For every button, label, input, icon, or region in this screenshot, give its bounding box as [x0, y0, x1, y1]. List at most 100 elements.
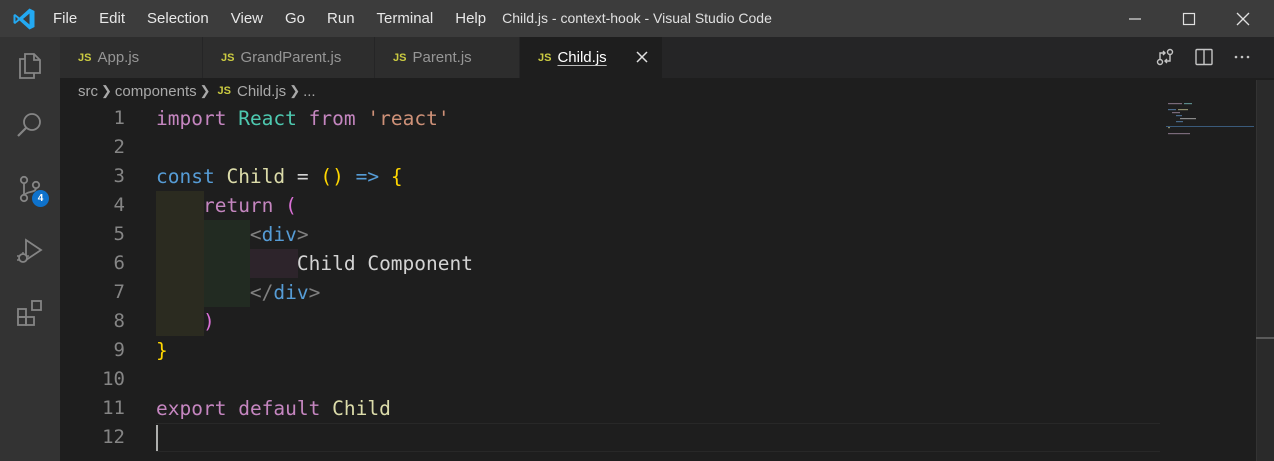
tab-app-js[interactable]: JS App.js — [60, 37, 203, 78]
code-line[interactable] — [156, 423, 473, 452]
code-line[interactable]: ) — [156, 307, 473, 336]
line-number: 4 — [113, 194, 125, 216]
tab-label: Parent.js — [412, 49, 472, 66]
editor-tabs: JS App.js JS GrandParent.js JS Parent.js… — [60, 37, 1274, 78]
code-token: </ — [249, 281, 274, 304]
tab-child-js[interactable]: JS Child.js — [520, 37, 663, 78]
code-line[interactable]: } — [156, 336, 473, 365]
run-debug-icon — [17, 238, 43, 263]
maximize-icon — [1182, 12, 1196, 25]
more-actions-icon — [1234, 55, 1250, 59]
breadcrumb-symbols[interactable]: ... — [303, 83, 316, 100]
code-line[interactable]: <div> — [156, 220, 473, 249]
code-token: => — [355, 165, 380, 188]
activity-run-debug[interactable] — [0, 223, 60, 279]
tab-label: Child.js — [557, 49, 607, 66]
code-token: export — [156, 397, 227, 420]
maximize-button[interactable] — [1162, 0, 1216, 37]
chevron-right-icon: ❯ — [101, 83, 112, 98]
open-changes-button[interactable] — [1153, 45, 1177, 69]
scrollbar-cursor-marker — [1256, 337, 1274, 339]
js-file-icon: JS — [393, 51, 407, 64]
menu-edit[interactable]: Edit — [88, 0, 136, 37]
code-lines[interactable]: import React from 'react' const Child = (… — [156, 104, 473, 452]
breadcrumb: src ❯ components ❯ JS Child.js ❯ ... — [78, 80, 316, 102]
code-token: > — [296, 223, 309, 246]
explorer-icon — [19, 53, 41, 79]
code-token: div — [261, 223, 297, 246]
line-number: 7 — [113, 281, 125, 303]
tab-label: GrandParent.js — [240, 49, 342, 66]
menu-help[interactable]: Help — [444, 0, 497, 37]
menu-selection[interactable]: Selection — [136, 0, 220, 37]
code-line[interactable]: import React from 'react' — [156, 104, 473, 133]
vertical-scrollbar[interactable] — [1256, 80, 1274, 461]
menu-file[interactable]: File — [42, 0, 88, 37]
js-file-icon: JS — [221, 51, 235, 64]
more-actions-button[interactable] — [1230, 45, 1254, 69]
activity-extensions[interactable] — [0, 285, 60, 341]
minimap[interactable] — [1166, 102, 1256, 461]
code-token: import — [156, 107, 227, 130]
code-token: ( — [285, 194, 297, 217]
tab-parent-js[interactable]: JS Parent.js — [375, 37, 520, 78]
code-token: const — [156, 165, 215, 188]
code-line[interactable]: export default Child — [156, 394, 473, 423]
code-token: = — [285, 165, 321, 188]
activity-bar: 4 — [0, 37, 60, 461]
menu-bar: File Edit Selection View Go Run Terminal… — [42, 0, 497, 37]
code-token: ) — [202, 310, 215, 333]
tab-grandparent-js[interactable]: JS GrandParent.js — [203, 37, 375, 78]
code-line[interactable]: return ( — [156, 191, 473, 220]
open-changes-icon — [1156, 48, 1174, 66]
line-number: 12 — [102, 426, 125, 448]
menu-run[interactable]: Run — [316, 0, 366, 37]
activity-source-control[interactable] — [0, 161, 60, 217]
close-tab-icon[interactable] — [634, 49, 650, 65]
menu-terminal[interactable]: Terminal — [366, 0, 445, 37]
code-line[interactable]: </div> — [156, 278, 473, 307]
breadcrumb-components[interactable]: components — [115, 83, 197, 100]
code-line[interactable] — [156, 365, 473, 394]
code-token: < — [249, 223, 262, 246]
vscode-logo-icon[interactable] — [12, 7, 36, 31]
code-token: Child Component — [296, 252, 473, 275]
extensions-icon — [17, 300, 42, 326]
code-line[interactable]: Child Component — [156, 249, 473, 278]
breadcrumb-src[interactable]: src — [78, 83, 98, 100]
line-number: 6 — [113, 252, 125, 274]
search-icon — [17, 113, 41, 137]
line-number-gutter: 1 2 3 4 5 6 7 8 9 10 11 12 — [60, 104, 130, 452]
line-number: 1 — [113, 107, 125, 129]
line-number: 3 — [113, 165, 125, 187]
menu-view[interactable]: View — [220, 0, 274, 37]
activity-search[interactable] — [0, 97, 60, 153]
line-number: 2 — [113, 136, 125, 158]
breadcrumb-file[interactable]: Child.js — [237, 83, 286, 100]
activity-explorer[interactable] — [0, 37, 60, 93]
source-control-badge: 4 — [32, 190, 49, 207]
split-editor-button[interactable] — [1192, 45, 1216, 69]
code-editor[interactable]: 1 2 3 4 5 6 7 8 9 10 11 12 import React from 'react… — [60, 104, 1256, 461]
code-token: { — [390, 165, 403, 188]
code-line[interactable] — [156, 133, 473, 162]
js-file-icon: JS — [78, 51, 92, 64]
menu-go[interactable]: Go — [274, 0, 316, 37]
code-line[interactable]: const Child = () => { — [156, 162, 473, 191]
minimize-button[interactable] — [1108, 0, 1162, 37]
title-bar: File Edit Selection View Go Run Terminal… — [0, 0, 1274, 37]
tab-label: App.js — [97, 49, 140, 66]
code-token: from — [308, 107, 356, 130]
close-icon — [1236, 12, 1250, 25]
code-token: return — [202, 194, 274, 217]
close-window-button[interactable] — [1216, 0, 1270, 37]
split-editor-icon — [1195, 48, 1213, 66]
